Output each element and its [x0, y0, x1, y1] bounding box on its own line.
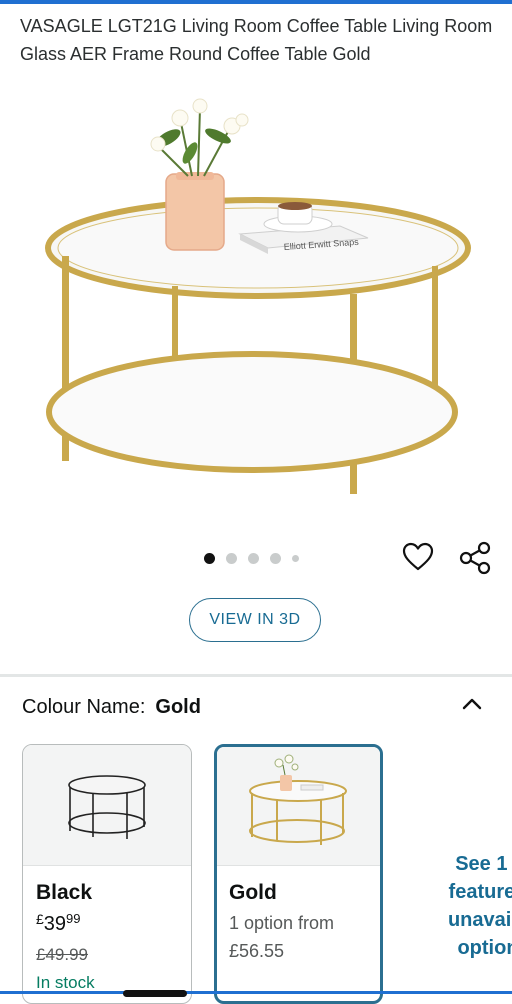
price-whole: 39	[43, 913, 67, 935]
colour-option-gold[interactable]: Gold 1 option from £56.55	[214, 744, 383, 1004]
unavailable-line: See 1 r	[455, 853, 512, 875]
black-table-thumbnail	[68, 775, 146, 839]
product-image[interactable]: Elliott Erwitt Snaps	[40, 78, 480, 508]
gallery-dots	[204, 552, 299, 564]
home-indicator[interactable]	[123, 990, 187, 997]
option-image	[23, 745, 191, 866]
product-title: VASAGLE LGT21G Living Room Coffee Table …	[20, 16, 493, 64]
chevron-up-icon[interactable]	[460, 692, 484, 716]
gallery-dot[interactable]	[270, 552, 281, 564]
bottom-accent-bar	[0, 991, 512, 994]
top-accent-bar	[0, 0, 512, 4]
gallery-dot[interactable]	[248, 552, 259, 564]
option-name: Gold	[229, 881, 277, 904]
gallery-dot[interactable]	[292, 554, 299, 562]
option-name: Black	[36, 881, 93, 904]
unavailable-line: unavaila	[447, 909, 512, 931]
stock-status: In stock	[36, 973, 95, 992]
view-in-3d-button[interactable]: VIEW IN 3D	[189, 598, 321, 642]
colour-name-label: Colour Name:	[22, 696, 146, 718]
was-price: £49.99	[36, 945, 88, 964]
gallery-dot[interactable]	[226, 552, 237, 564]
colour-option-black[interactable]: Black £3999 £49.99 In stock	[22, 744, 192, 1004]
unavailable-line: featured	[448, 881, 512, 903]
price-fraction: 99	[66, 911, 81, 926]
option-count-text: 1 option from	[229, 913, 335, 933]
gold-table-thumbnail	[249, 754, 347, 845]
heart-icon[interactable]	[402, 541, 434, 573]
share-icon[interactable]	[458, 541, 492, 575]
option-price: £3999	[36, 911, 81, 936]
gallery-dot[interactable]	[204, 552, 215, 564]
unavailable-line: option	[457, 937, 512, 959]
colour-selected-value: Gold	[155, 696, 201, 718]
section-divider	[0, 674, 512, 677]
price-currency: £	[36, 911, 44, 927]
option-from-price: £56.55	[229, 941, 285, 961]
colour-name-row: Colour Name: Gold	[22, 696, 201, 719]
option-image	[217, 747, 380, 866]
see-unavailable-options-link[interactable]: See 1 r featured unavaila option	[428, 850, 512, 962]
